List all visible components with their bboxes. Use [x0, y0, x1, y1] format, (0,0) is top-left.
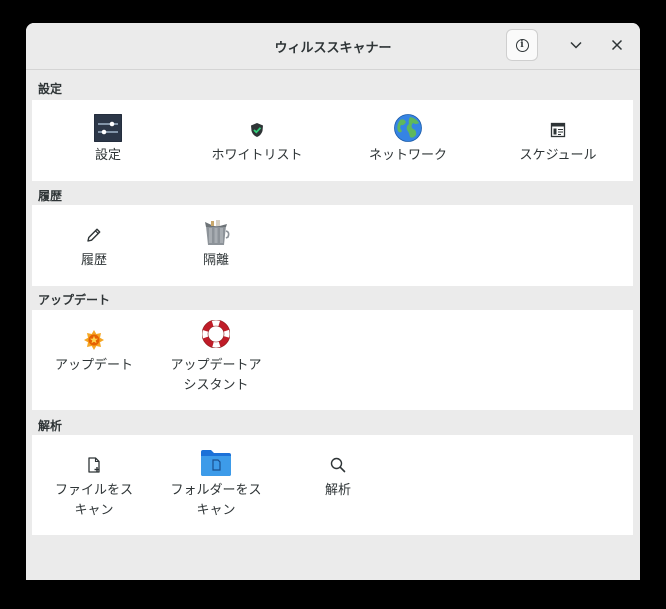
info-icon: i — [515, 38, 529, 52]
title-bar: ウィルススキャナー i — [26, 23, 640, 70]
history-button[interactable]: 履歴 — [34, 205, 154, 286]
lifebuoy-icon — [202, 320, 230, 348]
settings-button[interactable]: 設定 — [48, 100, 168, 181]
settings-label: 設定 — [94, 148, 121, 163]
history-label: 履歴 — [80, 253, 107, 268]
update-assistant-button[interactable]: アップデートア シスタント — [156, 310, 276, 410]
section-heading-analysis: 解析 — [38, 419, 63, 433]
shield-icon — [251, 123, 263, 137]
section-heading-update: アップデート — [38, 293, 111, 307]
pencil-icon — [87, 228, 101, 242]
update-assistant-label: アップデートア シスタント — [170, 358, 262, 393]
update-panel: アップデート アップデートア シスタント — [32, 310, 633, 410]
section-heading-settings: 設定 — [38, 82, 63, 96]
analyze-button[interactable]: 解析 — [278, 435, 398, 535]
file-add-icon — [88, 457, 100, 473]
close-button[interactable] — [601, 29, 633, 61]
calendar-icon — [550, 122, 566, 138]
whitelist-label: ホワイトリスト — [211, 148, 303, 163]
section-heading-history: 履歴 — [38, 189, 63, 203]
info-button[interactable]: i — [506, 29, 538, 61]
scan-file-label: ファイルをス キャン — [54, 483, 133, 518]
schedule-button[interactable]: スケジュール — [498, 100, 618, 181]
close-icon — [611, 39, 623, 51]
scan-file-button[interactable]: ファイルをス キャン — [34, 435, 154, 535]
network-button[interactable]: ネットワーク — [348, 100, 468, 181]
minimize-button[interactable] — [560, 29, 592, 61]
quarantine-label: 隔離 — [202, 253, 229, 268]
network-label: ネットワーク — [368, 148, 447, 163]
whitelist-button[interactable]: ホワイトリスト — [197, 100, 317, 181]
chevron-down-icon — [570, 41, 582, 49]
scan-folder-button[interactable]: フォルダーをス キャン — [156, 435, 276, 535]
quarantine-button[interactable]: 隔離 — [156, 205, 276, 286]
folder-icon — [201, 450, 231, 476]
app-window: ウィルススキャナー i 設定 設定 ホワイトリスト ネットワーク スケジュール … — [26, 23, 640, 580]
update-button[interactable]: アップデート — [34, 310, 154, 410]
history-panel: 履歴 隔離 — [32, 205, 633, 286]
sliders-icon — [94, 114, 122, 142]
update-label: アップデート — [54, 358, 133, 373]
analyze-label: 解析 — [324, 483, 351, 498]
trash-can-icon — [205, 220, 230, 245]
settings-panel: 設定 ホワイトリスト ネットワーク スケジュール — [32, 100, 633, 181]
window-title: ウィルススキャナー — [274, 41, 392, 56]
schedule-label: スケジュール — [519, 148, 597, 163]
star-badge-icon — [84, 330, 104, 350]
analysis-panel: ファイルをス キャン フォルダーをス キャン 解析 — [32, 435, 633, 535]
globe-icon — [394, 114, 422, 142]
magnifier-icon — [330, 457, 346, 473]
scan-folder-label: フォルダーをス キャン — [170, 483, 262, 518]
